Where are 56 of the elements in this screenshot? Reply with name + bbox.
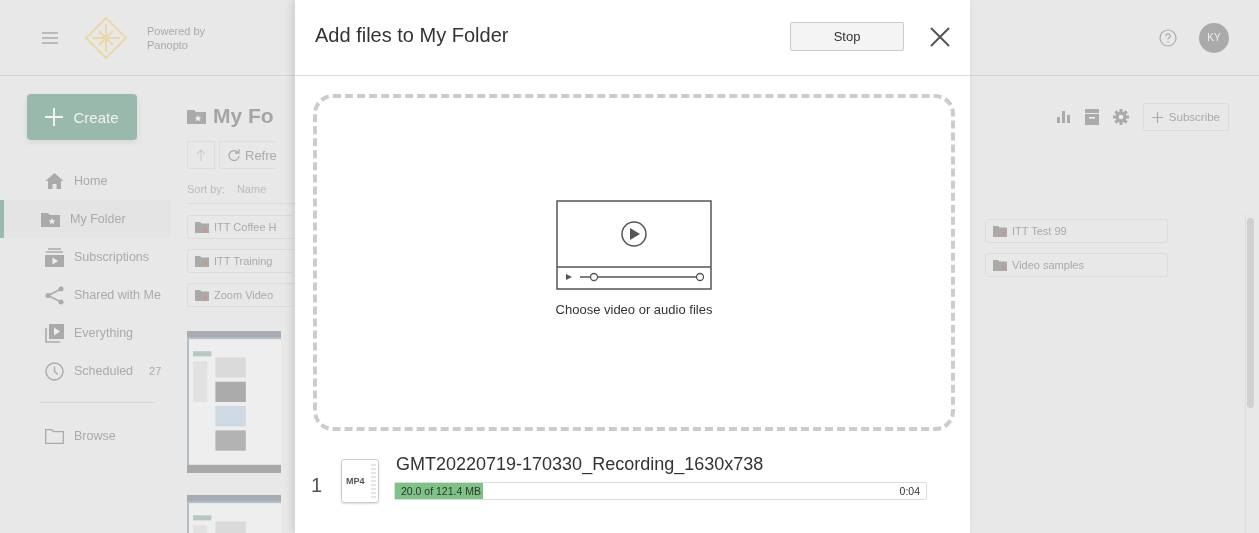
brand-text: Panopto xyxy=(147,37,189,52)
folder-chip[interactable]: ITT Test 99 xyxy=(985,219,1168,243)
folder-chip[interactable]: ITT Coffee H xyxy=(187,215,295,239)
folder-star-icon xyxy=(41,211,60,227)
plus-icon xyxy=(45,108,64,126)
scrollbar[interactable] xyxy=(1247,218,1254,408)
sidebar-item[interactable]: Home xyxy=(0,162,175,200)
help-icon[interactable] xyxy=(1159,28,1177,47)
menu-icon[interactable] xyxy=(42,31,58,44)
folder-icon xyxy=(993,225,1007,237)
create-button[interactable]: Create xyxy=(27,94,137,140)
sidebar-item[interactable]: My Folder xyxy=(0,200,171,238)
folder-icon xyxy=(45,428,64,444)
sidebar-item[interactable]: Browse xyxy=(0,417,175,455)
share-icon xyxy=(45,285,64,305)
archive-icon[interactable] xyxy=(1084,109,1099,125)
stats-icon[interactable] xyxy=(1056,111,1071,123)
subscribe-button[interactable]: Subscribe xyxy=(1142,103,1229,131)
clock-icon xyxy=(45,361,64,381)
sidebar-item[interactable]: Subscriptions xyxy=(0,238,175,276)
sidebar-item[interactable]: Shared with Me xyxy=(0,276,175,314)
dialog-title: Add files to My Folder xyxy=(315,24,510,47)
home-icon xyxy=(45,173,64,189)
user-avatar[interactable]: KY xyxy=(1199,22,1229,53)
folder-icon xyxy=(195,289,209,301)
close-icon[interactable] xyxy=(930,26,950,47)
video-player-icon xyxy=(556,200,712,290)
file-icon: MP4 xyxy=(341,459,379,503)
subscriptions-icon xyxy=(45,247,64,267)
drop-zone[interactable]: Choose video or audio files xyxy=(313,94,955,431)
settings-icon[interactable] xyxy=(1112,109,1129,125)
folder-title: My Fo xyxy=(213,104,274,128)
folder-star-icon xyxy=(187,108,206,124)
up-arrow-icon xyxy=(196,149,206,161)
row-number: 1 xyxy=(311,473,324,497)
folder-chip[interactable]: ITT Training xyxy=(187,249,295,273)
logo-icon xyxy=(84,15,128,60)
up-button[interactable] xyxy=(187,141,215,169)
item-count: 27 xyxy=(149,365,162,377)
refresh-button[interactable]: Refre xyxy=(219,141,277,169)
plus-icon xyxy=(1151,111,1163,123)
elapsed-time: 0:04 xyxy=(899,485,920,497)
folder-icon xyxy=(195,221,209,233)
video-library-icon xyxy=(45,323,64,343)
brand-text: Powered by xyxy=(147,23,206,38)
drop-zone-label: Choose video or audio files xyxy=(555,302,713,317)
folder-chip[interactable]: Video samples xyxy=(985,253,1168,277)
refresh-icon xyxy=(228,149,240,161)
sidebar-item[interactable]: Scheduled 27 xyxy=(0,352,175,390)
file-name: GMT20220719-170330_Recording_1630x738 xyxy=(395,454,765,475)
progress-text: 20.0 of 121.4 MB xyxy=(401,485,481,497)
stop-button[interactable]: Stop xyxy=(790,22,904,51)
sidebar-item[interactable]: Everything xyxy=(0,314,175,352)
folder-icon xyxy=(993,259,1007,271)
folder-chip[interactable]: Zoom Video xyxy=(187,283,295,307)
folder-icon xyxy=(195,255,209,267)
